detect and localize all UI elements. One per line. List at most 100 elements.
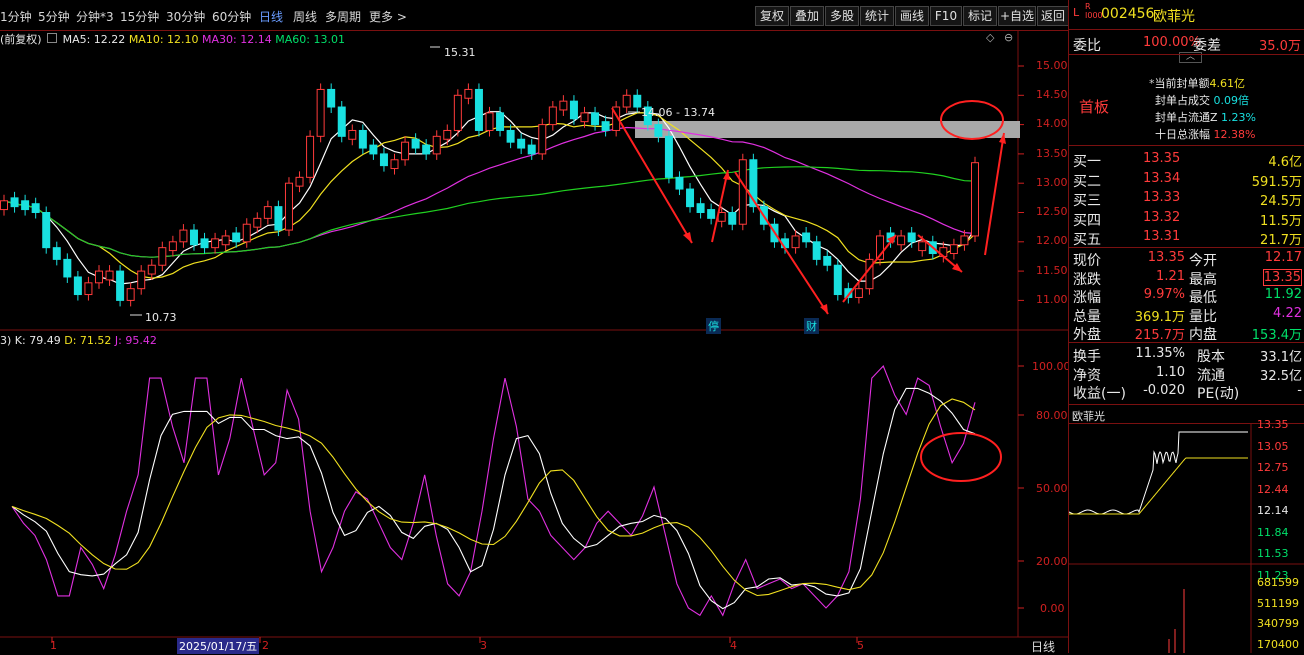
candlesticks [0, 83, 979, 307]
mini-volume-bars [1168, 589, 1185, 653]
finance-marker[interactable]: 财 [804, 318, 819, 334]
quote-label: 量比 [1189, 308, 1217, 325]
candle [443, 129, 452, 140]
mark-button[interactable]: 标记 [963, 6, 997, 26]
mini-volume-tick: 340799 [1257, 617, 1299, 630]
quote-label: 涨幅 [1073, 290, 1101, 306]
seal-label: 封单占流通Z [1155, 111, 1218, 124]
seal-value: 1.23% [1221, 111, 1256, 124]
period-60min[interactable]: 60分钟 [212, 8, 251, 25]
draw-line-button[interactable]: 画线 [895, 6, 929, 26]
stock-name: 欧菲光 [1153, 9, 1195, 25]
period-weekly[interactable]: 周线 [293, 8, 317, 25]
fin-value: 1.10 [1156, 364, 1185, 380]
seal-row: *当前封单额4.61亿 [1149, 75, 1245, 91]
stats-button[interactable]: 统计 [860, 6, 894, 26]
date-label: 1 [50, 639, 57, 652]
candle [696, 203, 705, 214]
candle [42, 212, 51, 249]
candle [147, 264, 156, 275]
bid-volume: 4.6亿 [1268, 155, 1302, 170]
period-more[interactable]: 更多 > [369, 8, 407, 25]
f10-button[interactable]: F10 [930, 6, 962, 26]
bid-label: 买五 [1073, 232, 1101, 248]
quote-value: 4.22 [1273, 305, 1302, 321]
candle [306, 135, 315, 178]
date-label: 3 [480, 639, 487, 652]
period-toolbar: 1分钟 5分钟 分钟*3 15分钟 30分钟 60分钟 日线 周线 多周期 更多… [0, 0, 1069, 31]
period-indicator[interactable]: 日线 [1031, 638, 1055, 655]
candle [728, 212, 737, 225]
overlay-button[interactable]: 叠加 [790, 6, 824, 26]
candle [675, 176, 684, 190]
suspend-marker[interactable]: 停 [706, 318, 721, 334]
low-price-label: 10.73 [145, 311, 177, 324]
period-multi[interactable]: 多周期 [325, 8, 361, 25]
candle [284, 182, 293, 231]
candle [179, 229, 188, 243]
candle [390, 159, 399, 170]
fuquan-button[interactable]: 复权 [755, 6, 789, 26]
bid-price[interactable]: 13.31 [1143, 229, 1180, 244]
period-3x-min[interactable]: 分钟*3 [76, 8, 114, 25]
period-15min[interactable]: 15分钟 [120, 8, 159, 25]
quote-label: 外盘 [1073, 327, 1101, 343]
period-1min[interactable]: 1分钟 [0, 8, 32, 25]
candle [833, 264, 842, 296]
candle [865, 258, 874, 290]
bid-price[interactable]: 13.34 [1143, 171, 1180, 186]
quote-value: 215.7万 [1134, 328, 1185, 343]
kdj-legend: 3) K: 79.49 D: 71.52 J: 95.42 [0, 334, 157, 347]
kdj-tick: 20.00 [1036, 555, 1068, 568]
seal-label: 封单占成交 [1155, 94, 1210, 107]
candle [137, 270, 146, 290]
candle [580, 112, 589, 123]
seal-row: 封单占成交 0.09倍 [1155, 92, 1249, 108]
bid-label: 买一 [1073, 154, 1101, 170]
candle [496, 112, 505, 131]
candle [295, 176, 304, 187]
candle [918, 241, 927, 252]
bid-price[interactable]: 13.32 [1143, 210, 1180, 225]
bid-volume: 21.7万 [1260, 233, 1302, 248]
price-tick: 12.50 [1036, 205, 1068, 218]
quote-label: 今开 [1189, 253, 1217, 269]
mini-volume-tick: 681599 [1257, 576, 1299, 589]
candle [569, 100, 578, 120]
period-30min[interactable]: 30分钟 [166, 8, 205, 25]
weicha-value: 35.0万 [1259, 39, 1301, 54]
quote-value: 13.35 [1147, 250, 1185, 265]
candle [211, 238, 220, 249]
quote-label: 最高 [1189, 271, 1217, 288]
mini-price-tick: 12.14 [1257, 504, 1289, 517]
candle [812, 241, 821, 260]
period-daily[interactable]: 日线 [259, 8, 283, 25]
quote-value: 11.92 [1264, 287, 1302, 302]
chevron-right-icon: > [396, 10, 407, 24]
mini-price-lines [1069, 431, 1248, 515]
candle [506, 129, 515, 143]
price-tick: 13.00 [1036, 176, 1068, 189]
candle [622, 94, 631, 108]
candle [369, 144, 378, 155]
candle [686, 188, 695, 208]
date-label: 5 [857, 639, 864, 652]
bid-price[interactable]: 13.33 [1143, 190, 1180, 205]
multi-stock-button[interactable]: 多股 [825, 6, 859, 26]
date-label: 2 [262, 639, 269, 652]
seal-label: 当前封单额 [1154, 77, 1210, 90]
candle [432, 135, 441, 155]
kdj-j-value: J: 95.42 [114, 334, 157, 347]
bid-price[interactable]: 13.35 [1143, 151, 1180, 166]
candle [263, 206, 272, 219]
mini-price-tick: 11.84 [1257, 525, 1289, 539]
mini-price-tick: 12.75 [1257, 461, 1289, 474]
period-5min[interactable]: 5分钟 [38, 8, 70, 25]
seal-label: 十日总涨幅 [1155, 128, 1210, 141]
fin-value: 11.35% [1135, 346, 1185, 361]
bid-volume: 24.5万 [1260, 194, 1302, 209]
fin-label: 净资 [1073, 367, 1101, 384]
candle [316, 88, 325, 137]
candle [453, 94, 462, 131]
quote-value: 153.4万 [1251, 328, 1302, 343]
